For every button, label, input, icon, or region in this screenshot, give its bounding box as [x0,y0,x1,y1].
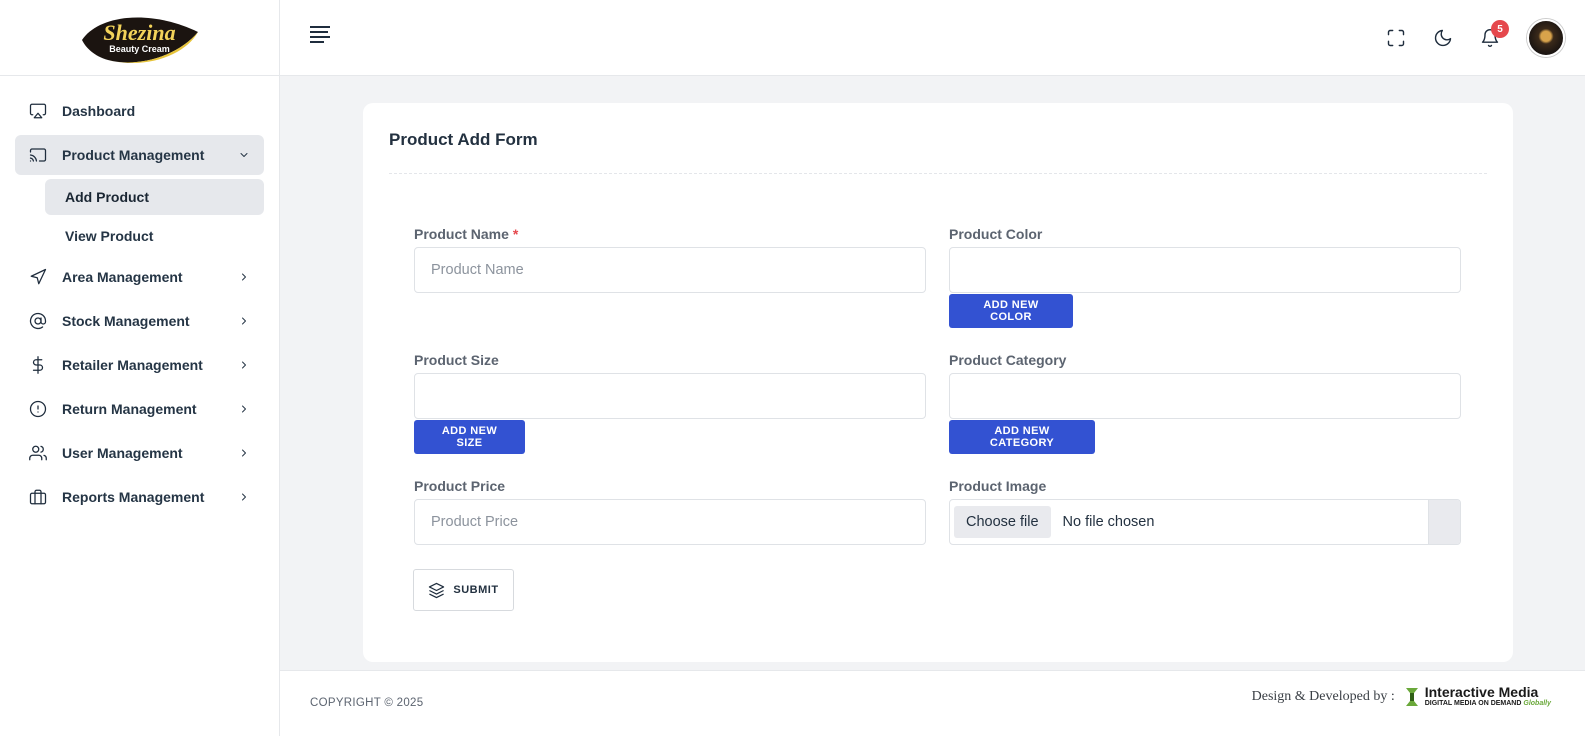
briefcase-icon [28,487,48,507]
sidebar: Shezina Beauty Cream Dashboard Product M… [0,0,280,736]
sidebar-subitem-view-product[interactable]: View Product [45,218,264,254]
chevron-right-icon [237,314,251,328]
bell-icon[interactable]: 5 [1466,18,1513,58]
required-mark: * [512,226,519,242]
submit-label: SUBMIT [453,584,499,596]
submit-button[interactable]: SUBMIT [413,569,514,611]
product-color-label: Product Color [949,226,1043,242]
divider [389,173,1487,174]
product-image-file-input[interactable]: Choose file No file chosen [949,499,1461,545]
menu-toggle-icon[interactable] [310,26,334,48]
sidebar-item-label: User Management [62,445,183,461]
at-sign-icon [28,311,48,331]
sidebar-item-label: Reports Management [62,489,205,505]
sidebar-item-label: Retailer Management [62,357,203,373]
sidebar-item-user-management[interactable]: User Management [15,433,264,473]
sidebar-subitem-add-product[interactable]: Add Product [45,179,264,215]
logo-area: Shezina Beauty Cream [0,0,279,76]
sidebar-item-label: Return Management [62,401,197,417]
credit-text: Design & Developed by : [1251,688,1395,704]
brand-logo[interactable]: Shezina Beauty Cream [78,10,202,66]
developer-credit: Design & Developed by : Interactive Medi… [1252,685,1551,708]
add-new-size-button[interactable]: ADD NEW SIZE [414,420,525,454]
send-icon [28,267,48,287]
copyright-text: COPYRIGHT © 2025 [310,697,424,709]
dollar-icon [28,355,48,375]
chevron-down-icon [237,148,251,162]
product-size-label: Product Size [414,352,499,368]
sidebar-item-label: Area Management [62,269,183,285]
brand-subtitle: Beauty Cream [109,43,170,54]
company-tagline: DIGITAL MEDIA ON DEMAND Globally [1424,700,1551,707]
product-size-input[interactable] [414,373,926,419]
product-add-form-card: Product Add Form Product Name * Product … [363,103,1513,662]
sidebar-nav: Dashboard Product Management Add Product… [0,76,279,517]
alert-circle-icon [28,399,48,419]
sidebar-item-area-management[interactable]: Area Management [15,257,264,297]
brand-name: Shezina [103,19,176,45]
fullscreen-icon[interactable] [1372,18,1419,58]
sidebar-item-label: Product Management [62,147,205,163]
sidebar-item-reports-management[interactable]: Reports Management [15,477,264,517]
monitor-icon [28,101,48,121]
chevron-right-icon [237,490,251,504]
product-price-label: Product Price [414,478,506,494]
sidebar-item-retailer-management[interactable]: Retailer Management [15,345,264,385]
cast-icon [28,145,48,165]
sidebar-item-label: Dashboard [62,103,136,119]
file-status: No file chosen [1062,514,1155,530]
users-icon [28,443,48,463]
product-category-label: Product Category [949,352,1067,368]
notification-badge: 5 [1491,20,1509,38]
chevron-right-icon [237,358,251,372]
product-category-input[interactable] [949,373,1461,419]
product-name-input[interactable] [414,247,926,293]
moon-icon[interactable] [1419,18,1466,58]
add-new-category-button[interactable]: ADD NEW CATEGORY [949,420,1095,454]
company-name: Interactive Media [1424,684,1539,700]
chevron-right-icon [237,446,251,460]
interactive-media-mark-icon [1405,687,1418,706]
form-title: Product Add Form [389,130,538,149]
product-price-input[interactable] [414,499,926,545]
footer: COPYRIGHT © 2025 Design & Developed by :… [280,670,1585,736]
product-name-label-text: Product Name [414,226,509,242]
topbar: 5 [280,0,1585,76]
sidebar-item-label: Stock Management [62,313,190,329]
product-name-label: Product Name * [414,226,518,242]
choose-file-button[interactable]: Choose file [954,506,1051,538]
interactive-media-logo[interactable]: Interactive Media DIGITAL MEDIA ON DEMAN… [1405,685,1551,708]
file-input-addon [1428,500,1460,544]
layers-icon [429,582,445,598]
chevron-right-icon [237,402,251,416]
sidebar-item-return-management[interactable]: Return Management [15,389,264,429]
sidebar-item-dashboard[interactable]: Dashboard [15,91,264,131]
avatar[interactable] [1527,19,1565,57]
chevron-right-icon [237,270,251,284]
add-new-color-button[interactable]: ADD NEW COLOR [949,294,1073,328]
sidebar-item-stock-management[interactable]: Stock Management [15,301,264,341]
product-image-label: Product Image [949,478,1047,494]
topbar-actions: 5 [1372,0,1585,76]
sidebar-item-product-management[interactable]: Product Management [15,135,264,175]
product-color-input[interactable] [949,247,1461,293]
